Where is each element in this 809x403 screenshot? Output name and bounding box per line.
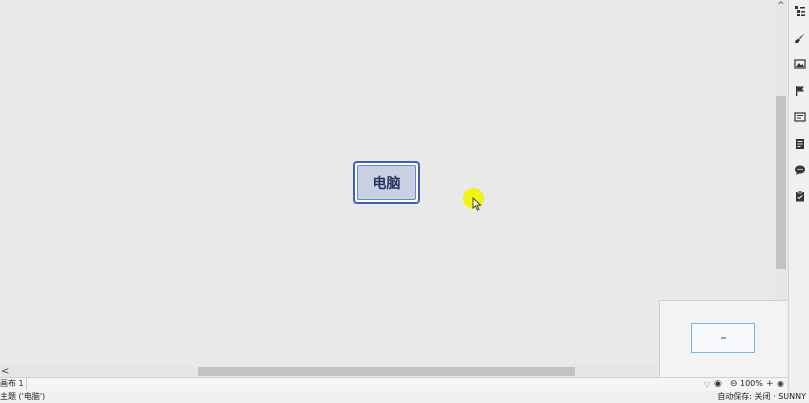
brush-icon[interactable] xyxy=(793,31,806,44)
eye-icon[interactable]: ◉ xyxy=(714,379,722,390)
outline-icon[interactable] xyxy=(793,4,806,17)
topic-label: 电脑 xyxy=(357,165,416,200)
horizontal-scroll-thumb[interactable] xyxy=(198,367,575,376)
central-topic[interactable]: 电脑 xyxy=(353,161,420,204)
fit-icon[interactable]: ◉ xyxy=(777,378,784,390)
comment-icon[interactable] xyxy=(793,163,806,176)
mouse-pointer-icon xyxy=(472,197,482,211)
notes-icon[interactable] xyxy=(793,137,806,150)
overview-viewport[interactable] xyxy=(691,323,755,353)
image-icon[interactable] xyxy=(793,57,806,70)
sheet-bar: 画布 1 ▽ ◉ ⊖ 100% + ◉ xyxy=(0,377,787,392)
status-right: 自动保存: 关闭 · SUNNY xyxy=(717,391,806,403)
zoom-out-icon[interactable]: ⊖ xyxy=(730,378,738,390)
zoom-level[interactable]: 100% xyxy=(740,378,763,390)
text-icon[interactable] xyxy=(793,110,806,123)
filter-icon[interactable]: ▽ xyxy=(704,379,710,390)
flag-icon[interactable] xyxy=(793,84,806,97)
horizontal-scrollbar[interactable]: < xyxy=(0,366,660,377)
vertical-scroll-thumb[interactable] xyxy=(776,96,786,269)
scroll-up-icon[interactable]: ^ xyxy=(777,1,785,11)
selection-status: 主题 ('电脑') xyxy=(0,392,46,401)
scroll-left-icon[interactable]: < xyxy=(1,366,9,377)
status-bar: 主题 ('电脑') 自动保存: 关闭 · SUNNY xyxy=(0,391,809,403)
overview-panel[interactable] xyxy=(659,300,787,377)
right-toolbar xyxy=(788,0,809,403)
overview-topic-thumbnail xyxy=(721,337,726,339)
autosave-status[interactable]: 自动保存: 关闭 xyxy=(717,392,770,401)
clipboard-icon[interactable] xyxy=(793,189,806,202)
zoom-in-icon[interactable]: + xyxy=(766,378,774,390)
user-name[interactable]: SUNNY xyxy=(778,392,806,401)
sheet-tab[interactable]: 画布 1 xyxy=(0,378,27,390)
